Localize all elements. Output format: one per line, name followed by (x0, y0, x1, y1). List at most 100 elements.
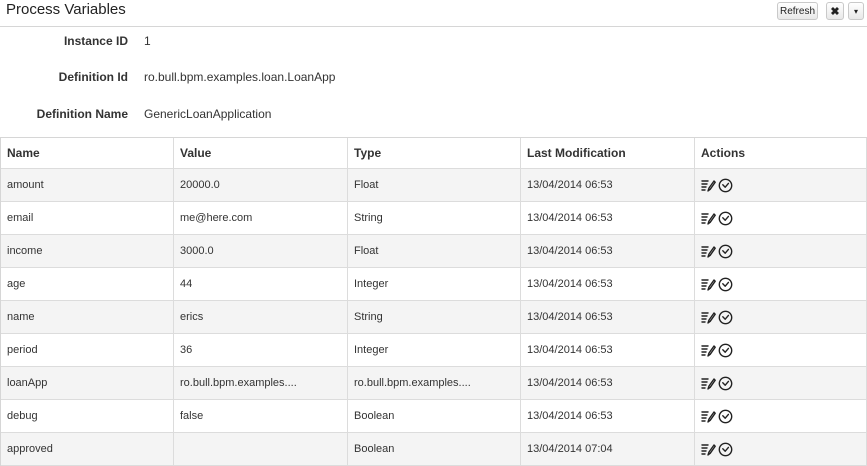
refresh-button[interactable]: Refresh (777, 2, 818, 20)
last-modification-cell: 13/04/2014 06:53 (521, 235, 695, 268)
last-modification-cell: 13/04/2014 06:53 (521, 301, 695, 334)
variable-type-cell: Boolean (348, 400, 521, 433)
table-row[interactable]: amount 20000.0 Float 13/04/2014 06:53 (1, 169, 867, 202)
history-icon[interactable] (718, 244, 733, 259)
row-actions (701, 409, 733, 424)
actions-cell (695, 433, 867, 466)
actions-cell (695, 301, 867, 334)
variable-value-cell: 3000.0 (174, 235, 348, 268)
last-modification-cell: 13/04/2014 07:04 (521, 433, 695, 466)
definition-name-label: Definition Name (36, 107, 128, 121)
history-icon[interactable] (718, 211, 733, 226)
edit-icon[interactable] (701, 442, 716, 457)
row-actions (701, 442, 733, 457)
variable-value-cell: 36 (174, 334, 348, 367)
actions-cell (695, 268, 867, 301)
actions-cell (695, 334, 867, 367)
variable-name-cell: period (1, 334, 174, 367)
definition-id-label: Definition Id (58, 70, 128, 84)
variable-name-cell: amount (1, 169, 174, 202)
variable-type-cell: Float (348, 235, 521, 268)
row-actions (701, 277, 733, 292)
history-icon[interactable] (718, 277, 733, 292)
variable-type-cell: Integer (348, 334, 521, 367)
variable-name-cell: name (1, 301, 174, 334)
actions-cell (695, 235, 867, 268)
edit-icon[interactable] (701, 244, 716, 259)
history-icon[interactable] (718, 442, 733, 457)
close-button[interactable]: ✖ (826, 2, 844, 20)
title-bar: Process Variables Refresh ✖ ▾ (0, 0, 867, 27)
edit-icon[interactable] (701, 310, 716, 325)
actions-cell (695, 202, 867, 235)
actions-cell (695, 169, 867, 202)
variable-value-cell: erics (174, 301, 348, 334)
variable-value-cell: 44 (174, 268, 348, 301)
row-actions (701, 343, 733, 358)
table-row[interactable]: approved Boolean 13/04/2014 07:04 (1, 433, 867, 466)
table-row[interactable]: period 36 Integer 13/04/2014 06:53 (1, 334, 867, 367)
variable-value-cell: me@here.com (174, 202, 348, 235)
table-row[interactable]: email me@here.com String 13/04/2014 06:53 (1, 202, 867, 235)
table-row[interactable]: income 3000.0 Float 13/04/2014 06:53 (1, 235, 867, 268)
column-header-name[interactable]: Name (1, 138, 174, 169)
history-icon[interactable] (718, 343, 733, 358)
instance-info: Instance ID 1 Definition Id ro.bull.bpm.… (0, 27, 867, 137)
last-modification-cell: 13/04/2014 06:53 (521, 334, 695, 367)
edit-icon[interactable] (701, 211, 716, 226)
table-row[interactable]: name erics String 13/04/2014 06:53 (1, 301, 867, 334)
variable-type-cell: String (348, 202, 521, 235)
table-header: Name Value Type Last Modification Action… (1, 138, 867, 169)
edit-icon[interactable] (701, 376, 716, 391)
variable-value-cell: false (174, 400, 348, 433)
table-row[interactable]: debug false Boolean 13/04/2014 06:53 (1, 400, 867, 433)
table-body: amount 20000.0 Float 13/04/2014 06:53 email m… (1, 169, 867, 466)
history-icon[interactable] (718, 178, 733, 193)
history-icon[interactable] (718, 409, 733, 424)
history-icon[interactable] (718, 310, 733, 325)
instance-id-value: 1 (144, 34, 151, 48)
edit-icon[interactable] (701, 178, 716, 193)
actions-cell (695, 400, 867, 433)
variable-value-cell: 20000.0 (174, 169, 348, 202)
panel-title: Process Variables (6, 1, 126, 18)
variable-name-cell: approved (1, 433, 174, 466)
edit-icon[interactable] (701, 343, 716, 358)
variable-name-cell: age (1, 268, 174, 301)
table-row[interactable]: loanApp ro.bull.bpm.examples.... ro.bull.b… (1, 367, 867, 400)
definition-name-value: GenericLoanApplication (144, 107, 272, 121)
edit-icon[interactable] (701, 277, 716, 292)
last-modification-cell: 13/04/2014 06:53 (521, 400, 695, 433)
variable-type-cell: String (348, 301, 521, 334)
variable-name-cell: debug (1, 400, 174, 433)
last-modification-cell: 13/04/2014 06:53 (521, 268, 695, 301)
column-header-type[interactable]: Type (348, 138, 521, 169)
row-actions (701, 211, 733, 226)
variables-table: Name Value Type Last Modification Action… (0, 137, 867, 466)
variable-name-cell: email (1, 202, 174, 235)
column-header-last-modification[interactable]: Last Modification (521, 138, 695, 169)
variable-value-cell: ro.bull.bpm.examples.... (174, 367, 348, 400)
variable-name-cell: income (1, 235, 174, 268)
row-actions (701, 178, 733, 193)
menu-dropdown-button[interactable]: ▾ (848, 2, 864, 20)
history-icon[interactable] (718, 376, 733, 391)
actions-cell (695, 367, 867, 400)
edit-icon[interactable] (701, 409, 716, 424)
variable-type-cell: Boolean (348, 433, 521, 466)
last-modification-cell: 13/04/2014 06:53 (521, 169, 695, 202)
variable-type-cell: ro.bull.bpm.examples.... (348, 367, 521, 400)
row-actions (701, 244, 733, 259)
last-modification-cell: 13/04/2014 06:53 (521, 202, 695, 235)
last-modification-cell: 13/04/2014 06:53 (521, 367, 695, 400)
variable-type-cell: Float (348, 169, 521, 202)
definition-id-value: ro.bull.bpm.examples.loan.LoanApp (144, 70, 336, 84)
row-actions (701, 310, 733, 325)
table-row[interactable]: age 44 Integer 13/04/2014 06:53 (1, 268, 867, 301)
variable-type-cell: Integer (348, 268, 521, 301)
instance-id-label: Instance ID (63, 34, 128, 48)
column-header-value[interactable]: Value (174, 138, 348, 169)
variable-name-cell: loanApp (1, 367, 174, 400)
row-actions (701, 376, 733, 391)
column-header-actions: Actions (695, 138, 867, 169)
